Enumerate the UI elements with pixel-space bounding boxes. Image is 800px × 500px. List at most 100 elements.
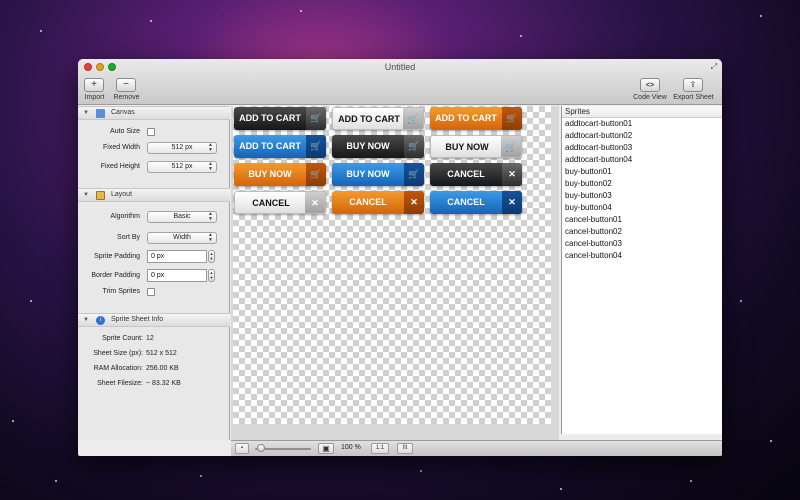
fixed-width-value: 512 px [171,144,193,151]
sprite-addtocart-white[interactable]: ADD TO CART 🛒 [332,107,424,130]
sprite-padding-stepper[interactable]: ▲ ▼ [208,250,215,263]
actual-size-button[interactable]: 1:1 [371,443,389,454]
zoom-in-button[interactable]: ▣ [318,443,334,454]
canvas-section-header[interactable]: ▼ Canvas [78,106,230,120]
sprite-cancel-orange[interactable]: CANCEL ✕ [332,191,424,214]
sprite-buynow-orange[interactable]: BUY NOW 🛒 [234,163,326,186]
trim-sprites-label: Trim Sprites [102,288,140,295]
large-image-icon: ▣ [322,444,330,453]
info-section-header[interactable]: ▼ i Sprite Sheet Info [78,313,230,327]
remove-button[interactable]: − [116,78,136,92]
canvas-area: ADD TO CART 🛒 ADD TO CART 🛒 ADD TO CART … [231,106,559,440]
list-item[interactable]: addtocart-button04 [565,155,632,164]
disclosure-triangle-icon[interactable]: ▼ [83,189,89,201]
algorithm-popup[interactable]: Basic ▲ ▼ [147,211,217,223]
list-item[interactable]: buy-button03 [565,191,612,200]
info-icon: i [96,316,105,325]
updown-arrows-icon: ▲ ▼ [208,232,213,243]
plus-icon: + [91,79,97,90]
minus-icon: − [123,79,129,90]
export-sheet-button[interactable]: ⇪ [683,78,703,92]
list-item[interactable]: cancel-button02 [565,227,622,236]
sprite-buynow-black[interactable]: BUY NOW 🛒 [332,135,424,158]
sprite-count-value: 12 [146,335,154,342]
ram-allocation-label: RAM Allocation: [93,365,143,372]
sprite-padding-field[interactable]: 0 px [147,250,207,263]
remove-label: Remove [113,94,140,101]
fixed-height-value: 512 px [171,163,193,170]
sprite-sheet-canvas[interactable]: ADD TO CART 🛒 ADD TO CART 🛒 ADD TO CART … [233,106,551,424]
sprite-buynow-blue[interactable]: BUY NOW 🛒 [332,163,424,186]
import-label: Import [84,94,105,101]
sprite-addtocart-black[interactable]: ADD TO CART 🛒 [234,107,326,130]
cart-icon: 🛒 [501,136,521,157]
list-item[interactable]: cancel-button03 [565,239,622,248]
app-window: Untitled ⤢ + Import − Remove <> Code Vie… [78,59,722,456]
code-view-label: Code View [633,94,667,101]
list-item[interactable]: buy-button04 [565,203,612,212]
export-sheet-label: Export Sheet [673,94,714,101]
sort-by-popup[interactable]: Width ▲ ▼ [147,232,217,244]
title-bar: Untitled ⤢ + Import − Remove <> Code Vie… [78,59,722,105]
window-title: Untitled [384,62,416,72]
trim-sprites-checkbox[interactable] [147,288,155,296]
cart-icon: 🛒 [306,135,326,158]
fixed-height-label: Fixed Height [100,163,140,170]
ram-allocation-value: 256.00 KB [146,365,179,372]
cart-icon: 🛒 [306,107,326,130]
list-item[interactable]: cancel-button04 [565,251,622,260]
sprite-buynow-white[interactable]: BUY NOW 🛒 [430,135,522,158]
sprite-cancel-blue[interactable]: CANCEL ✕ [430,191,522,214]
export-tray-icon: ⇪ [689,80,697,89]
bottom-bar: ▪ ▣ 100 % 1:1 fit [231,440,722,456]
zoom-level: 100 % [341,444,361,451]
x-icon: ✕ [305,192,325,213]
list-item[interactable]: buy-button01 [565,167,612,176]
auto-size-checkbox[interactable] [147,128,155,136]
code-view-button[interactable]: <> [640,78,660,92]
list-item[interactable]: cancel-button01 [565,215,622,224]
cart-icon: 🛒 [306,163,326,186]
updown-arrows-icon: ▲ ▼ [208,142,213,153]
list-item[interactable]: buy-button02 [565,179,612,188]
auto-size-label: Auto Size [110,128,140,135]
layout-icon [96,191,105,200]
info-section-title: Sprite Sheet Info [111,316,164,323]
sprite-cancel-black[interactable]: CANCEL ✕ [430,163,522,186]
fullscreen-icon[interactable]: ⤢ [711,62,717,72]
sprite-count-label: Sprite Count: [102,335,143,342]
sheet-size-label: Sheet Size (px): [93,350,143,357]
list-item[interactable]: addtocart-button02 [565,131,632,140]
sort-by-label: Sort By [117,234,140,241]
layout-section-header[interactable]: ▼ Layout [78,188,230,202]
canvas-section-title: Canvas [111,109,135,116]
small-image-icon: ▪ [240,445,244,451]
sheet-filesize-value: ~ 83.32 KB [146,380,181,387]
fixed-width-popup[interactable]: 512 px ▲ ▼ [147,142,217,154]
sprites-list-header: Sprites [562,106,722,118]
code-brackets-icon: <> [645,82,655,89]
border-padding-field[interactable]: 0 px [147,269,207,282]
updown-arrows-icon: ▲ ▼ [208,161,213,172]
fixed-width-label: Fixed Width [103,144,140,151]
sprite-addtocart-orange[interactable]: ADD TO CART 🛒 [430,107,522,130]
sprite-addtocart-blue[interactable]: ADD TO CART 🛒 [234,135,326,158]
cart-icon: 🛒 [404,163,424,186]
border-padding-label: Border Padding [91,272,140,279]
disclosure-triangle-icon[interactable]: ▼ [83,314,89,326]
algorithm-value: Basic [173,213,191,220]
zoom-slider-knob[interactable] [256,444,265,452]
sprite-cancel-white[interactable]: CANCEL ✕ [234,191,326,214]
sort-by-value: Width [173,234,191,241]
zoom-out-button[interactable]: ▪ [235,443,249,454]
list-item[interactable]: addtocart-button01 [565,119,632,128]
canvas-icon [96,109,105,118]
border-padding-stepper[interactable]: ▲ ▼ [208,269,215,282]
sprites-list[interactable]: Sprites addtocart-button01 addtocart-but… [561,106,722,434]
fit-button[interactable]: fit [397,443,413,454]
import-button[interactable]: + [84,78,104,92]
list-item[interactable]: addtocart-button03 [565,143,632,152]
fixed-height-popup[interactable]: 512 px ▲ ▼ [147,161,217,173]
cart-icon: 🛒 [502,107,522,130]
disclosure-triangle-icon[interactable]: ▼ [83,107,89,119]
